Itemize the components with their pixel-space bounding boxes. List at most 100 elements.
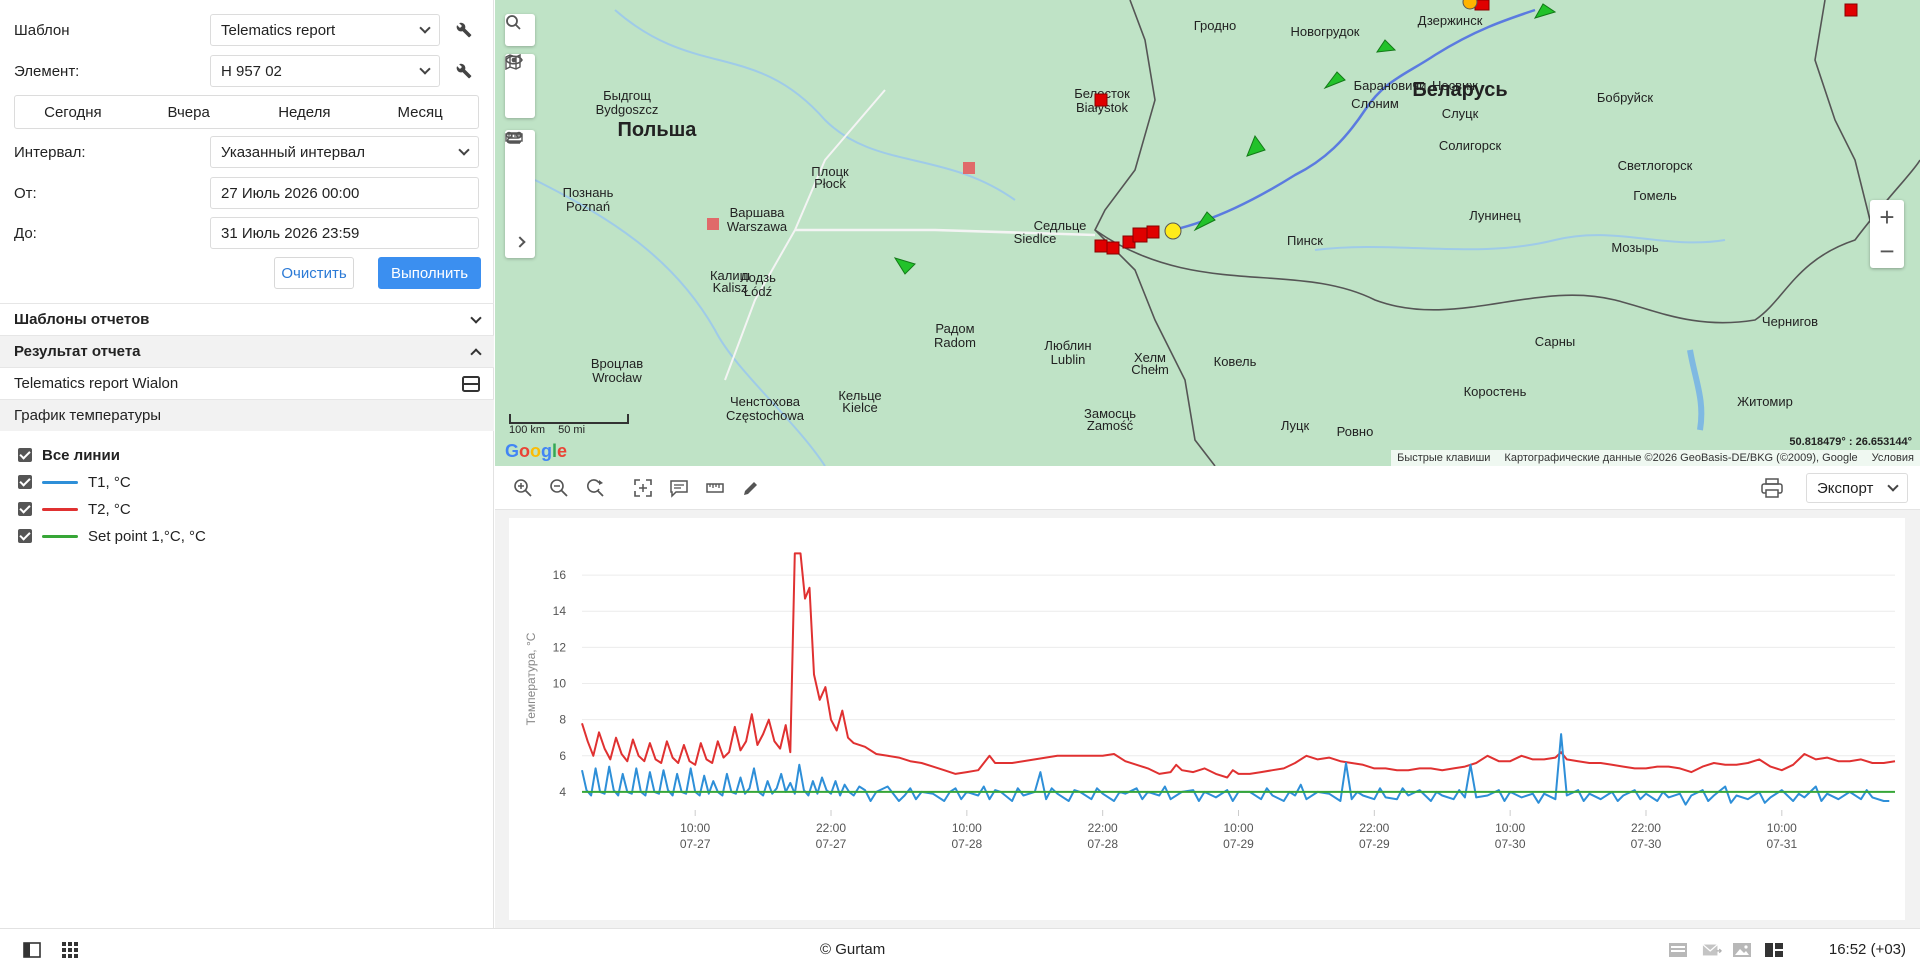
toggle-panel-button[interactable] <box>22 941 42 959</box>
zoom-out-button[interactable]: − <box>1870 234 1904 268</box>
zoom-in-button[interactable]: + <box>1870 200 1904 234</box>
from-datetime-input[interactable]: 27 Июль 2026 00:00 <box>210 177 479 209</box>
y-tick-label: 10 <box>553 677 567 691</box>
template-settings-button[interactable] <box>450 14 478 46</box>
chart-area: 4 6 8 10 12 14 16 Температура, °C 10:00 07-27 22:0… <box>495 510 1920 928</box>
map-place-label: Poznań <box>566 199 610 214</box>
cursor-coordinates: 50.818479° : 26.653144° <box>1789 436 1912 448</box>
checkbox-icon[interactable] <box>18 448 32 462</box>
x-tick-time: 22:00 <box>1359 821 1389 835</box>
element-settings-button[interactable] <box>450 55 478 87</box>
legend-item-t2[interactable]: T2, °C <box>18 497 131 521</box>
layout-button[interactable] <box>1764 941 1784 959</box>
map-place-label: Ченстохова <box>730 394 801 409</box>
x-tick-time: 22:00 <box>1631 821 1661 835</box>
envelope-icon <box>1702 944 1722 956</box>
map-place-label: Wrocław <box>592 370 642 385</box>
to-datetime-input[interactable]: 31 Июль 2026 23:59 <box>210 217 479 249</box>
map-place-label: Мозырь <box>1611 240 1659 255</box>
stop-marker[interactable] <box>1106 241 1120 255</box>
map-place-label: Lublin <box>1051 352 1086 367</box>
y-tick-label: 4 <box>559 785 566 799</box>
start-marker-icon[interactable] <box>1462 0 1478 10</box>
period-selector: Сегодня Вчера Неделя Месяц <box>14 95 479 129</box>
messages-button[interactable] <box>1702 941 1722 959</box>
chart-fit-button[interactable] <box>631 476 655 500</box>
notifications-button[interactable] <box>1668 941 1688 959</box>
stop-marker[interactable] <box>1146 225 1160 239</box>
from-value: 27 Июль 2026 00:00 <box>221 184 360 202</box>
stop-marker[interactable] <box>1094 239 1108 253</box>
legend-swatch-t1 <box>42 480 78 484</box>
map-view[interactable]: ПольшаБеларусьВаршаваWarszawaБелостокBia… <box>495 0 1920 466</box>
stop-marker[interactable] <box>707 218 719 230</box>
print-button[interactable] <box>1760 476 1784 500</box>
interval-select[interactable]: Указанный интервал <box>210 136 479 168</box>
checkbox-icon[interactable] <box>18 529 32 543</box>
table-view-icon[interactable] <box>462 375 480 392</box>
map-place-label: Радом <box>935 321 974 336</box>
fit-icon <box>634 479 652 497</box>
stop-marker[interactable] <box>1132 227 1148 243</box>
map-layers-button[interactable] <box>505 54 535 118</box>
element-select[interactable]: Н 957 02 <box>210 55 440 87</box>
x-tick-time: 10:00 <box>1767 821 1797 835</box>
execute-button[interactable]: Выполнить <box>378 257 481 289</box>
report-templates-section[interactable]: Шаблоны отчетов <box>0 303 494 335</box>
minus-icon: − <box>1879 235 1895 266</box>
chart-draw-button[interactable] <box>739 476 763 500</box>
gallery-button[interactable] <box>1732 941 1752 959</box>
map-route-button[interactable] <box>505 132 535 194</box>
temperature-chart[interactable]: 4 6 8 10 12 14 16 Температура, °C 10:00 07-27 22:0… <box>509 518 1905 920</box>
keyboard-shortcuts-link[interactable]: Быстрые клавиши <box>1397 452 1490 464</box>
legend-all-lines[interactable]: Все линии <box>18 443 120 467</box>
checkbox-icon[interactable] <box>18 475 32 489</box>
export-label: Экспорт <box>1817 479 1874 497</box>
map-expand-tools-button[interactable] <box>505 226 535 258</box>
terms-link[interactable]: Условия <box>1872 452 1914 464</box>
map-canvas[interactable]: ПольшаБеларусьВаршаваWarszawaБелостокBia… <box>495 0 1920 466</box>
x-tick-time: 10:00 <box>952 821 982 835</box>
report-panel: Шаблон Telematics report Элемент: Н 957 … <box>0 0 494 928</box>
apps-menu-button[interactable] <box>60 941 80 959</box>
map-search-button[interactable] <box>505 14 535 46</box>
map-place-label: Częstochowa <box>726 408 805 423</box>
export-dropdown[interactable]: Экспорт <box>1806 473 1908 503</box>
legend-all-label: Все линии <box>42 446 120 464</box>
map-search-tool <box>505 14 535 46</box>
map-place-label: Warszawa <box>727 219 788 234</box>
map-poi-button[interactable] <box>505 131 535 226</box>
legend-label-setpoint: Set point 1,°C, °C <box>88 527 206 545</box>
report-name-row[interactable]: Telematics report Wialon <box>0 367 494 399</box>
legend-item-t1[interactable]: T1, °C <box>18 470 131 494</box>
vehicle-position-icon[interactable] <box>1164 222 1182 240</box>
template-select[interactable]: Telematics report <box>210 14 440 46</box>
chart-name-row[interactable]: График температуры <box>0 399 494 431</box>
legend-item-setpoint[interactable]: Set point 1,°C, °C <box>18 524 206 548</box>
stop-marker[interactable] <box>1844 3 1858 17</box>
map-attribution: Быстрые клавиши Картографические данные … <box>1391 450 1920 466</box>
chart-comment-button[interactable] <box>667 476 691 500</box>
period-today[interactable]: Сегодня <box>15 96 131 128</box>
x-tick-time: 22:00 <box>816 821 846 835</box>
chart-ruler-button[interactable] <box>703 476 727 500</box>
stop-marker[interactable] <box>963 162 975 174</box>
period-week[interactable]: Неделя <box>247 96 363 128</box>
chart-zoom-out-button[interactable] <box>547 476 571 500</box>
chart-zoom-in-button[interactable] <box>511 476 535 500</box>
chart-reset-zoom-button[interactable] <box>583 476 607 500</box>
clear-button[interactable]: Очистить <box>274 257 354 289</box>
printer-icon <box>1761 478 1783 498</box>
map-scale: 100 km 50 mi <box>509 414 629 436</box>
period-month[interactable]: Месяц <box>362 96 478 128</box>
interval-label: Интервал: <box>14 143 86 161</box>
map-place-label: Быдгощ <box>603 88 651 103</box>
x-tick-time: 22:00 <box>1088 821 1118 835</box>
element-label: Элемент: <box>14 62 80 80</box>
map-place-label: Гродно <box>1194 18 1236 33</box>
report-result-section[interactable]: Результат отчета <box>0 335 494 367</box>
series-line-0[interactable] <box>581 552 1896 779</box>
stop-marker[interactable] <box>1094 93 1108 107</box>
checkbox-icon[interactable] <box>18 502 32 516</box>
period-yesterday[interactable]: Вчера <box>131 96 247 128</box>
